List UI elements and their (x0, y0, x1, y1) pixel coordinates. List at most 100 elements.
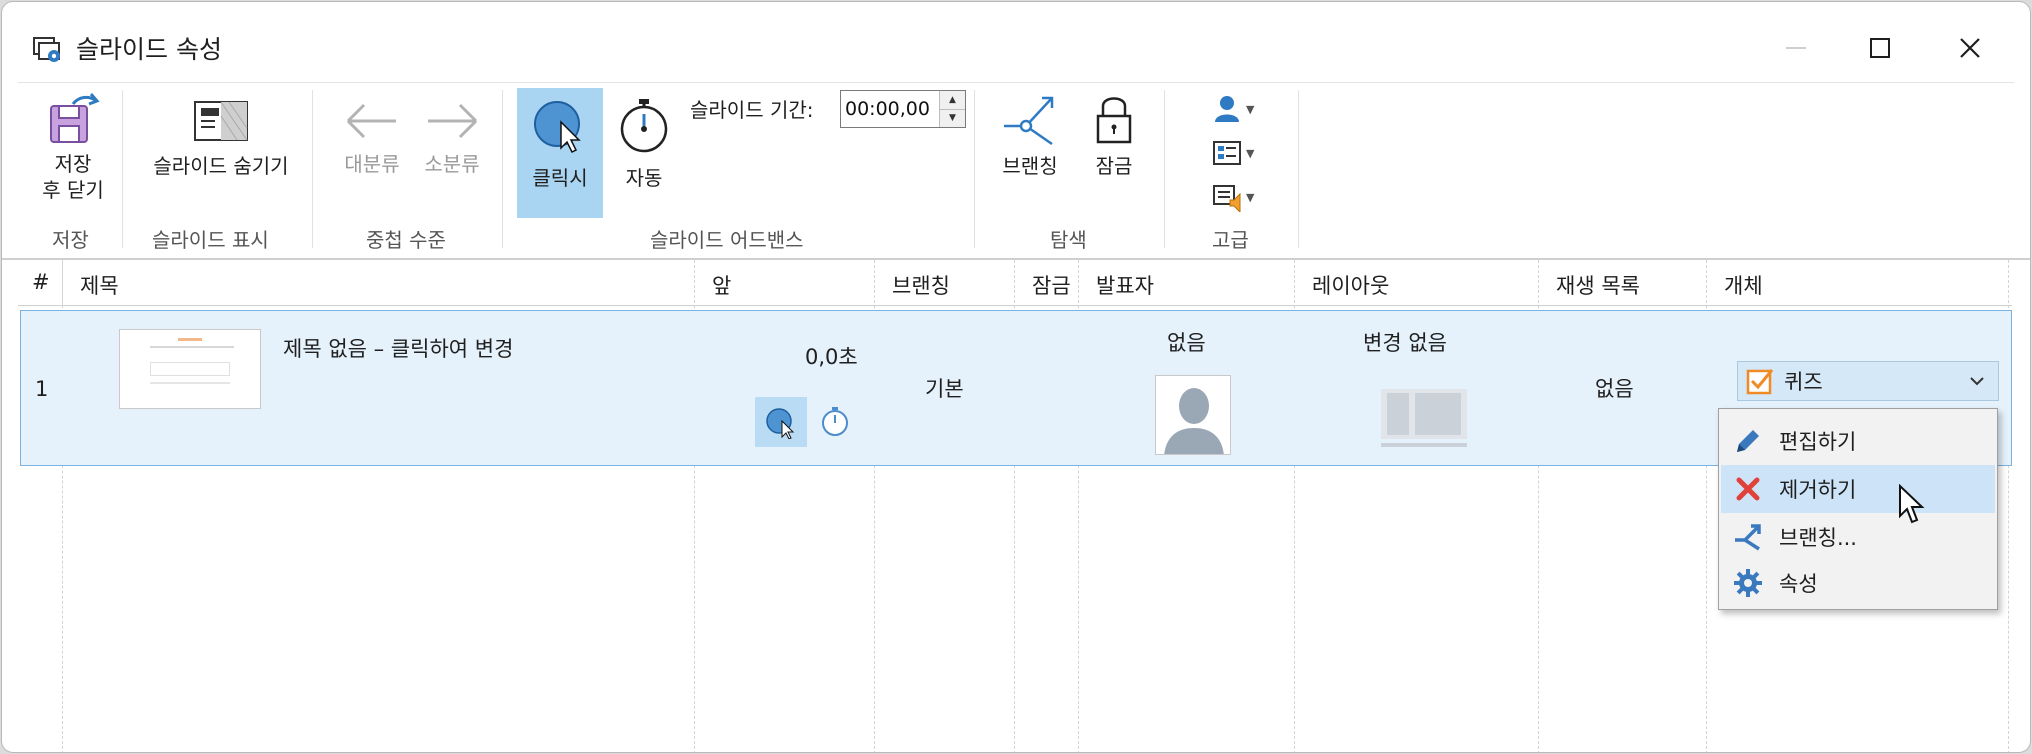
maximize-button[interactable] (1848, 20, 1912, 76)
branching-icon (1000, 92, 1060, 153)
table-row[interactable]: 1 제목 없음 – 클릭하여 변경 0,0초 기본 없음 변경 없음 없음 퀴즈 (20, 310, 2012, 466)
close-icon (1960, 38, 1980, 58)
row-auto-toggle[interactable] (819, 405, 851, 441)
branching-button[interactable]: 브랜칭 (990, 92, 1070, 179)
menu-item-label: 브랜칭... (1779, 526, 1857, 550)
row-on-click-toggle[interactable] (755, 397, 807, 447)
object-combo[interactable]: 퀴즈 (1737, 361, 1999, 401)
demote-label: 소분류 (424, 152, 480, 176)
minimize-button[interactable] (1764, 20, 1828, 76)
branching-value[interactable]: 기본 (925, 373, 964, 403)
column-header-playlist[interactable]: 재생 목록 (1556, 270, 1640, 300)
person-silhouette-icon (1156, 376, 1230, 454)
row-number: 1 (35, 377, 49, 401)
mouse-click-icon (766, 408, 795, 439)
auto-label: 자동 (625, 166, 663, 190)
slide-title[interactable]: 제목 없음 – 클릭하여 변경 (283, 333, 513, 363)
grid-header: # 제목 앞 브랜칭 잠금 발표자 레이아웃 재생 목록 개체 (18, 260, 2012, 306)
display-group-label: 슬라이드 표시 (152, 228, 269, 252)
title-bar: 슬라이드 속성 (2, 2, 2030, 90)
chevron-down-icon: ▼ (1246, 146, 1255, 160)
save-group-label: 저장 (52, 228, 89, 252)
promote-label: 대분류 (344, 152, 400, 176)
gear-icon (1731, 566, 1765, 600)
slide-properties-icon (32, 34, 64, 66)
duration-spinner[interactable]: ▲ ▼ (840, 90, 966, 128)
arrow-left-icon (342, 96, 402, 151)
presenter-icon (1215, 96, 1239, 122)
duration-label: 슬라이드 기간: (690, 98, 814, 122)
save-label-line1: 저장 (54, 152, 92, 176)
column-header-lock[interactable]: 잠금 (1032, 270, 1071, 300)
lock-icon (1089, 92, 1139, 153)
spin-down-button[interactable]: ▼ (940, 109, 965, 127)
menu-item-label: 편집하기 (1779, 430, 1857, 454)
navigation-group-label: 탐색 (1050, 228, 1087, 252)
hide-slide-label: 슬라이드 숨기기 (153, 154, 289, 178)
save-close-icon (43, 92, 103, 151)
column-header-object[interactable]: 개체 (1724, 270, 1763, 300)
advance-auto-button[interactable]: 자동 (608, 88, 680, 191)
audio-slide-icon (1213, 185, 1241, 212)
duration-input[interactable] (841, 91, 939, 127)
object-context-menu: 편집하기 제거하기 브랜칭... 속성 (1718, 408, 1998, 610)
menu-item-properties[interactable]: 속성 (1721, 559, 1995, 607)
hide-slide-button[interactable]: 슬라이드 숨기기 (136, 96, 306, 179)
playlist-dropdown[interactable]: ▼ (1212, 180, 1262, 214)
arrow-right-icon (422, 96, 482, 151)
on-click-label: 클릭시 (532, 166, 588, 190)
chevron-down-icon: ▼ (1246, 102, 1255, 116)
quiz-icon (1746, 369, 1774, 395)
column-header-number[interactable]: # (32, 270, 50, 294)
minimize-icon (1786, 47, 1806, 49)
mouse-pointer-icon (1899, 484, 1925, 524)
chevron-down-icon (1968, 372, 1986, 394)
menu-item-remove[interactable]: 제거하기 (1721, 465, 1995, 513)
advance-on-click-button[interactable]: 클릭시 (517, 88, 603, 218)
window-title: 슬라이드 속성 (76, 35, 222, 64)
playlist-value[interactable]: 없음 (1595, 373, 1634, 403)
menu-item-edit[interactable]: 편집하기 (1721, 417, 1995, 465)
save-and-close-button[interactable]: 저장 후 닫기 (28, 92, 118, 203)
layout-preview-icon (1381, 389, 1467, 447)
ribbon: 저장 후 닫기 저장 슬라이드 숨기기 슬라이드 표시 대분류 소분류 중첩 수… (2, 82, 2030, 260)
branching-icon (1731, 520, 1765, 554)
column-header-advance[interactable]: 앞 (712, 270, 731, 300)
stopwatch-icon (615, 96, 673, 159)
advance-time: 0,0초 (805, 345, 858, 369)
nesting-group-label: 중첩 수준 (366, 228, 446, 252)
lock-label: 잠금 (1095, 154, 1133, 178)
layout-thumbnail[interactable] (1379, 387, 1469, 453)
menu-item-label: 제거하기 (1779, 478, 1857, 502)
mouse-click-icon (531, 96, 589, 159)
advanced-group-label: 고급 (1212, 228, 1249, 252)
advance-group-label: 슬라이드 어드밴스 (650, 228, 804, 252)
object-value: 퀴즈 (1784, 370, 1823, 394)
pencil-icon (1731, 424, 1765, 458)
menu-item-branching[interactable]: 브랜칭... (1721, 513, 1995, 561)
close-button[interactable] (1938, 20, 2002, 76)
save-label-line2: 후 닫기 (42, 178, 104, 202)
demote-button[interactable]: 소분류 (412, 96, 492, 177)
branching-label: 브랜칭 (1002, 154, 1058, 178)
column-header-presenter[interactable]: 발표자 (1096, 270, 1154, 300)
spin-up-button[interactable]: ▲ (940, 91, 965, 110)
presenter-dropdown[interactable]: ▼ (1212, 92, 1262, 126)
stopwatch-icon (822, 407, 848, 436)
layout-dropdown[interactable]: ▼ (1212, 136, 1262, 170)
column-header-layout[interactable]: 레이아웃 (1312, 270, 1389, 300)
presenter-avatar[interactable] (1155, 375, 1231, 455)
red-x-icon (1731, 472, 1765, 506)
maximize-icon (1870, 38, 1890, 58)
slide-thumbnail[interactable] (119, 329, 261, 409)
hide-slide-icon (191, 96, 251, 151)
lock-button[interactable]: 잠금 (1076, 92, 1152, 179)
slide-properties-window: 슬라이드 속성 저장 후 닫기 저장 슬라이드 숨기기 슬라이드 표시 대분류 … (1, 1, 2031, 753)
menu-item-label: 속성 (1779, 572, 1818, 596)
chevron-down-icon: ▼ (1246, 190, 1255, 204)
column-header-title[interactable]: 제목 (80, 270, 119, 300)
promote-button[interactable]: 대분류 (332, 96, 412, 177)
presenter-value[interactable]: 없음 (1167, 327, 1206, 357)
column-header-branching[interactable]: 브랜칭 (892, 270, 950, 300)
layout-value[interactable]: 변경 없음 (1363, 327, 1447, 357)
